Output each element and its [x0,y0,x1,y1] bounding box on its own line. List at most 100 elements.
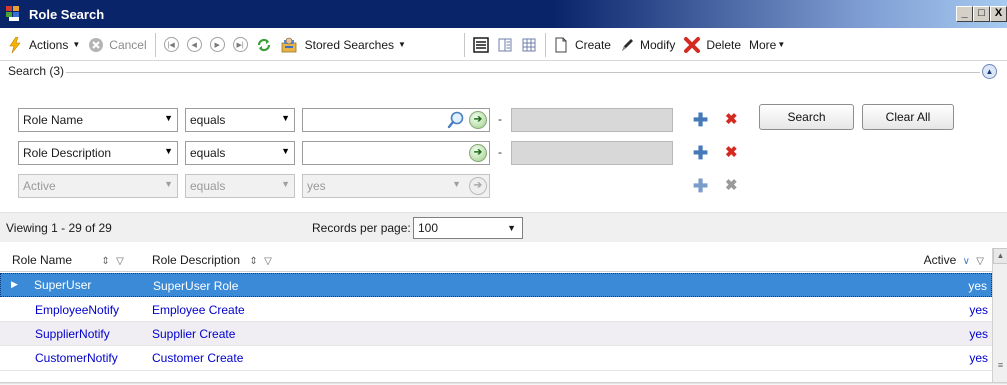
list-view-button[interactable] [469,33,493,57]
search-value-text: yes [307,179,326,193]
filter-icon[interactable]: ▽ [976,256,984,267]
role-name-cell[interactable]: SupplierNotify [35,327,110,341]
sort-icon[interactable]: ⇕ [249,256,257,267]
delete-button[interactable]: Delete [679,33,745,57]
active-cell: yes [969,303,988,317]
add-criteria-icon[interactable]: ✚ [693,111,708,129]
table-row[interactable]: SupplierNotify Supplier Create yes [0,322,992,346]
document-icon [555,37,567,52]
app-icon [6,6,24,22]
table-row[interactable]: EmployeeNotify Employee Create yes [0,298,992,322]
title-bar: Role Search _ □ X [0,0,1007,28]
sort-icon[interactable]: ⇕ [101,256,109,267]
maximize-button[interactable]: □ [973,6,990,22]
row-indicator-icon: ▶ [11,279,18,289]
go-arrow-icon[interactable]: ➔ [469,177,487,195]
table-row[interactable]: ▶ SuperUser SuperUser Role yes [0,273,992,297]
role-description-cell: Employee Create [152,303,245,317]
search-field-select-2[interactable]: Role Description ▼ [18,141,178,165]
range-dash: - [498,112,502,126]
filter-icon[interactable]: ▽ [116,256,124,267]
chevron-down-icon: ▼ [777,40,786,49]
row-divider [0,345,992,346]
create-label: Create [574,37,611,52]
modify-button[interactable]: Modify [615,33,679,57]
detail-view-icon [498,38,512,51]
stored-searches-menu[interactable]: Stored Searches ▼ [276,33,410,57]
column-title: Active [923,253,957,267]
chevron-down-icon: ▼ [281,113,290,123]
search-button[interactable]: Search [759,104,854,130]
search-operator-select-3[interactable]: equals ▼ [185,174,295,198]
search-field-select-1[interactable]: Role Name ▼ [18,108,178,132]
active-cell: yes [969,327,988,341]
column-header-active[interactable]: Active ∨ ▽ [924,253,984,267]
search-field-value: Role Description [23,146,112,160]
refresh-button[interactable] [252,33,276,57]
pen-icon [621,38,633,51]
cancel-button[interactable]: Cancel [84,33,150,57]
row-divider [0,370,992,371]
go-arrow-icon[interactable]: ➔ [469,111,487,129]
role-name-cell[interactable]: CustomerNotify [35,351,118,365]
search-field-value: Role Name [23,113,84,127]
search-range-input-1[interactable] [511,108,673,132]
search-operator-select-1[interactable]: equals ▼ [185,108,295,132]
close-button[interactable]: X [990,6,1007,22]
role-name-cell[interactable]: EmployeeNotify [35,303,119,317]
column-header-role-name[interactable]: Role Name ⇕ ▽ [12,253,124,267]
viewing-count: Viewing 1 - 29 of 29 [6,221,112,235]
column-header-role-description[interactable]: Role Description ⇕ ▽ [152,253,272,267]
last-record-icon[interactable]: ▶| [232,37,248,52]
scroll-up-icon[interactable]: ▲ [993,248,1007,264]
remove-criteria-icon[interactable]: ✖ [725,111,738,129]
actions-label: Actions [29,37,69,52]
more-menu[interactable]: More ▼ [745,33,787,57]
stored-searches-label: Stored Searches [304,37,395,52]
search-operator-value: equals [190,179,226,193]
remove-criteria-icon[interactable]: ✖ [725,177,738,195]
collapse-search-button[interactable]: ▲ [982,64,997,79]
window-title: Role Search [29,6,105,22]
table-row[interactable]: CustomerNotify Customer Create yes [0,346,992,370]
first-record-icon[interactable]: |◀ [163,37,179,52]
search-value-select-3[interactable]: yes ▼ ➔ [302,174,490,198]
role-name-cell[interactable]: SuperUser [34,278,91,292]
search-field-value: Active [23,179,56,193]
create-button[interactable]: Create [550,33,615,57]
next-record-icon[interactable]: ▶ [209,37,225,52]
clear-all-button[interactable]: Clear All [862,104,954,130]
search-field-select-3[interactable]: Active ▼ [18,174,178,198]
sort-descending-icon[interactable]: ∨ [963,256,970,267]
role-description-cell: SuperUser Role [153,279,239,293]
chevron-down-icon: ▼ [398,40,406,49]
filter-icon[interactable]: ▽ [264,256,272,267]
grid-view-button[interactable] [517,33,541,57]
remove-criteria-icon[interactable]: ✖ [725,144,738,162]
add-criteria-icon[interactable]: ✚ [693,177,708,195]
role-description-cell: Supplier Create [152,327,236,341]
magnifier-icon[interactable] [447,111,465,129]
scroll-grip-icon[interactable]: ≡ [995,360,1006,380]
chevron-down-icon: ▼ [281,146,290,156]
previous-record-icon[interactable]: ◀ [186,37,202,52]
add-criteria-icon[interactable]: ✚ [693,144,708,162]
row-divider [0,321,992,322]
search-operator-select-2[interactable]: equals ▼ [185,141,295,165]
stored-searches-icon [281,37,297,52]
active-cell: yes [968,279,987,293]
search-value-input-2[interactable]: ➔ [302,141,490,165]
modify-label: Modify [639,37,676,52]
cancel-label: Cancel [109,37,147,52]
search-range-input-2[interactable] [511,141,673,165]
records-per-page-select[interactable]: 100 ▼ [413,217,523,239]
minimize-button[interactable]: _ [956,6,973,22]
search-value-input-1[interactable]: ➔ [302,108,490,132]
actions-menu[interactable]: Actions ▼ [0,33,84,57]
detail-view-button[interactable] [493,33,517,57]
chevron-down-icon: ▼ [452,179,461,189]
vertical-scrollbar[interactable]: ▲ ≡ [992,248,1007,385]
grid-header: Role Name ⇕ ▽ Role Description ⇕ ▽ Activ… [0,248,992,272]
search-group-title: Search (3) [6,64,67,78]
go-arrow-icon[interactable]: ➔ [469,144,487,162]
